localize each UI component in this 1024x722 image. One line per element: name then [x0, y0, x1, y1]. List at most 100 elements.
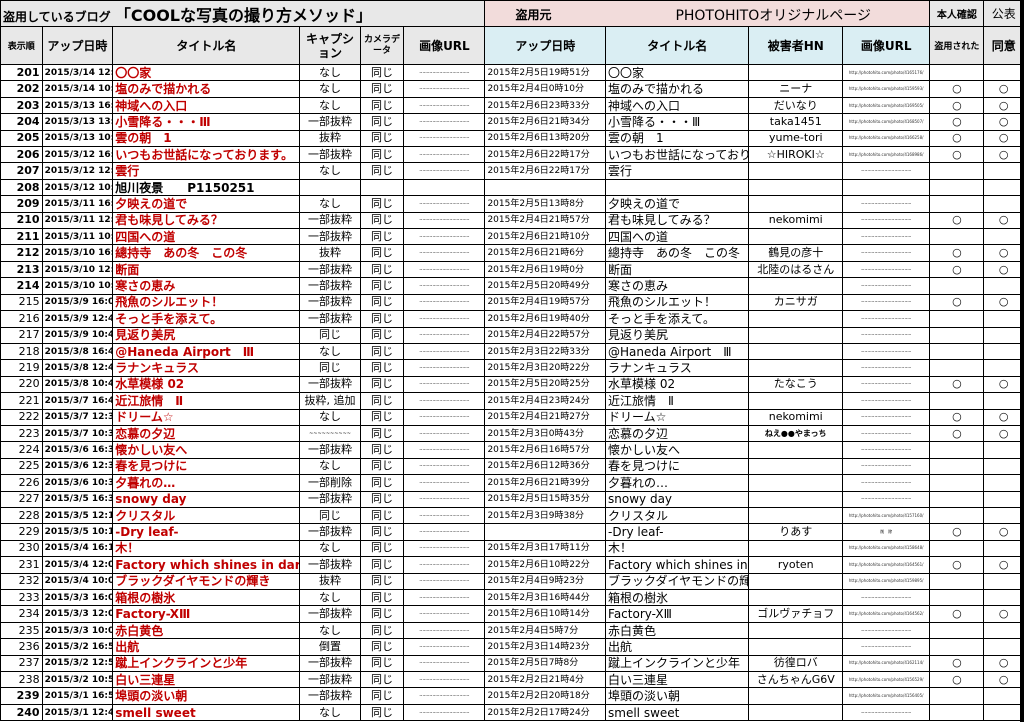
- orig-image-url[interactable]: ~~~~~~~~~~~~~~~: [842, 441, 931, 459]
- caption-status: 抜粋: [299, 129, 361, 148]
- blog-image-url[interactable]: ~~~~~~~~~~~~~~~: [403, 572, 486, 591]
- blog-image-url[interactable]: ~~~~~~~~~~~~~~~: [403, 605, 486, 623]
- orig-image-url[interactable]: ~~~~~~~~~~~~~~~: [842, 211, 931, 230]
- blog-image-url[interactable]: ~~~~~~~~~~~~~~~: [403, 687, 486, 705]
- blog-image-url[interactable]: ~~~~~~~~~~~~~~~: [403, 392, 486, 410]
- blog-image-url[interactable]: ~~~~~~~~~~~~~~~: [403, 162, 486, 180]
- blog-image-url[interactable]: ~~~~~~~~~~~~~~~: [403, 228, 486, 246]
- blog-image-url[interactable]: ~~~~~~~~~~~~~~~: [403, 293, 486, 312]
- blog-image-url[interactable]: ~~~~~~~~~~~~~~~: [403, 310, 486, 328]
- blog-image-url[interactable]: ~~~~~~~~~~~~~~~: [403, 211, 486, 230]
- orig-image-url[interactable]: ~~~~~~~~~~~~~~~: [842, 474, 931, 492]
- camera-status: 同じ: [359, 146, 405, 164]
- orig-image-url[interactable]: http://photohito.com/photo/4166258/: [842, 129, 931, 148]
- caption-status: 一部抜粋: [299, 310, 361, 328]
- orig-image-url[interactable]: http://photohito.com/photo/4169505/: [842, 96, 931, 115]
- orig-image-url[interactable]: ~~~~~~~~~~~~~~~: [842, 260, 931, 279]
- orig-title: Factory which shines in darkness Ky44: [605, 556, 750, 574]
- blog-image-url[interactable]: ~~~~~~~~~~~~~~~: [403, 63, 486, 82]
- table-row: 2372015/3/2 12:55蹴上インクラインと少年一部抜粋同じ~~~~~~…: [0, 654, 1024, 673]
- orig-image-url[interactable]: ~~~~~~~~~~~~~~~: [842, 195, 931, 213]
- blog-image-url[interactable]: ~~~~~~~~~~~~~~~: [403, 342, 486, 361]
- blog-upload-date: 2015/3/3 12:02: [41, 605, 114, 623]
- consent-mark: [983, 162, 1024, 180]
- orig-image-url[interactable]: http://photohito.com/photo/4156529/: [842, 671, 931, 689]
- blog-image-url[interactable]: ~~~~~~~~~~~~~~~: [403, 129, 486, 148]
- blog-image-url[interactable]: ~~~~~~~~~~~~~~~: [403, 326, 486, 344]
- blog-image-url[interactable]: ~~~~~~~~~~~~~~~: [403, 408, 486, 426]
- orig-image-url[interactable]: http://photohito.com/photo/4159593/: [842, 80, 931, 98]
- orig-image-url[interactable]: http://photohito.com/photo/4156405/: [842, 687, 931, 705]
- orig-image-url[interactable]: http://photohito.com/photo/4168986/: [842, 146, 931, 164]
- orig-image-url[interactable]: ~~~~~~~~~~~~~~~: [842, 162, 931, 180]
- blog-upload-date: 2015/3/9 10:46: [41, 326, 114, 344]
- orig-image-url[interactable]: ~~~~~~~~~~~~~~~: [842, 638, 931, 656]
- blog-upload-date: 2015/3/2 16:56: [41, 638, 114, 656]
- blog-image-url[interactable]: ~~~~~~~~~~~~~~~: [403, 654, 486, 673]
- blog-image-url[interactable]: ~~~~~~~~~~~~~~~: [403, 490, 486, 508]
- blog-image-url[interactable]: ~~~~~~~~~~~~~~~: [403, 539, 486, 558]
- blog-upload-date: 2015/3/10 16:09: [41, 244, 114, 262]
- orig-image-url[interactable]: ~~~~~~~~~~~~~~~: [842, 293, 931, 312]
- blog-image-url[interactable]: ~~~~~~~~~~~~~~~: [403, 506, 486, 525]
- orig-title: 君も味見してみる？: [605, 211, 750, 230]
- blog-image-url[interactable]: ~~~~~~~~~~~~~~~: [403, 80, 486, 98]
- blog-image-url[interactable]: ~~~~~~~~~~~~~~~: [403, 703, 486, 722]
- orig-image-url[interactable]: ~~~~~~~~~~~~~~~: [842, 588, 931, 607]
- orig-image-url[interactable]: http://photohito.com/photo/4158648/: [842, 539, 931, 558]
- orig-image-url[interactable]: http://photohito.com/photo/4162114/: [842, 654, 931, 673]
- orig-image-url[interactable]: ~~~~~~~~~~~~~~~: [842, 244, 931, 262]
- orig-image-url[interactable]: ~~~~~~~~~~~~~~~: [842, 703, 931, 722]
- orig-image-url[interactable]: http://photohito.com/photo/4159895/: [842, 572, 931, 591]
- orig-image-url[interactable]: ~~~~~~~~~~~~~~~: [842, 424, 931, 443]
- orig-image-url[interactable]: ~~~~~~~~~~~~~~~: [842, 228, 931, 246]
- blog-image-url[interactable]: ~~~~~~~~~~~~~~~: [403, 359, 486, 377]
- consent-mark: ○: [983, 129, 1024, 148]
- orig-image-url[interactable]: http://photohito.com/photo/4164561/: [842, 556, 931, 574]
- blog-title: ブラックダイヤモンドの輝き: [112, 572, 301, 591]
- blog-upload-date: 2015/3/3 10:01: [41, 621, 114, 640]
- caption-status: 同じ: [299, 359, 361, 377]
- blog-image-url[interactable]: ~~~~~~~~~~~~~~~: [403, 146, 486, 164]
- blog-image-url[interactable]: ~~~~~~~~~~~~~~~: [403, 523, 486, 541]
- blog-image-url[interactable]: ~~~~~~~~~~~~~~~: [403, 244, 486, 262]
- orig-image-url[interactable]: ~~~~~~~~~~~~~~~: [842, 408, 931, 426]
- blog-image-url[interactable]: ~~~~~~~~~~~~~~~: [403, 621, 486, 640]
- orig-image-url[interactable]: ~~~~~~~~~~~~~~~: [842, 326, 931, 344]
- orig-image-url[interactable]: ~~~~~~~~~~~~~~~: [842, 342, 931, 361]
- row-number: 203: [0, 96, 43, 115]
- blog-image-url[interactable]: ~~~~~~~~~~~~~~~: [403, 113, 486, 131]
- blog-image-url[interactable]: ~~~~~~~~~~~~~~~: [403, 457, 486, 476]
- camera-status: 同じ: [359, 457, 405, 476]
- orig-image-url[interactable]: http://photohito.com/photo/4165176/: [842, 63, 931, 82]
- blog-image-url[interactable]: ~~~~~~~~~~~~~~~: [403, 96, 486, 115]
- plagiarized-mark: ○: [929, 671, 985, 689]
- table-row: 2052015/3/13 10:29雲の朝 1抜粋同じ~~~~~~~~~~~~~…: [0, 129, 1024, 148]
- orig-image-url[interactable]: ~~~~~~~~~~~~~~~: [842, 457, 931, 476]
- blog-image-url[interactable]: ~~~~~~~~~~~~~~~: [403, 588, 486, 607]
- orig-image-url[interactable]: ~~~~~~~~~~~~~~~: [842, 375, 931, 394]
- blog-image-url[interactable]: ~~~~~~~~~~~~~~~: [403, 260, 486, 279]
- blog-title: 赤白黄色: [112, 621, 301, 640]
- blog-image-url[interactable]: ~~~~~~~~~~~~~~~: [403, 474, 486, 492]
- blog-image-url[interactable]: ~~~~~~~~~~~~~~~: [403, 671, 486, 689]
- blog-image-url[interactable]: ~~~~~~~~~~~~~~~: [403, 638, 486, 656]
- blog-image-url[interactable]: ~~~~~~~~~~~~~~~: [403, 441, 486, 459]
- orig-image-url[interactable]: ~~~~~~~~~~~~~~~: [842, 392, 931, 410]
- table-row: 2282015/3/5 12:19クリスタル同じ同じ~~~~~~~~~~~~~~…: [0, 506, 1024, 525]
- orig-image-url[interactable]: http://photohito.com/photo/4157160/: [842, 506, 931, 525]
- blog-image-url[interactable]: ~~~~~~~~~~~~~~~: [403, 277, 486, 295]
- orig-image-url[interactable]: ~~~~~~~~~~~~~~~: [842, 310, 931, 328]
- blog-image-url[interactable]: ~~~~~~~~~~~~~~~: [403, 556, 486, 574]
- orig-image-url[interactable]: http://photohito.com/photo/4168507/: [842, 113, 931, 131]
- row-number: 229: [0, 523, 43, 541]
- blog-image-url[interactable]: ~~~~~~~~~~~~~~~: [403, 424, 486, 443]
- orig-image-url[interactable]: ~~~~~~~~~~~~~~~: [842, 490, 931, 508]
- camera-status: 同じ: [359, 703, 405, 722]
- orig-image-url[interactable]: ~~~~~~~~~~~~~~~: [842, 359, 931, 377]
- orig-image-url[interactable]: ~~~~~~~~~~~~~~~: [842, 277, 931, 295]
- blog-image-url[interactable]: ~~~~~~~~~~~~~~~: [403, 375, 486, 394]
- blog-image-url[interactable]: ~~~~~~~~~~~~~~~: [403, 195, 486, 213]
- orig-image-url[interactable]: http://photohito.com/photo/4164562/: [842, 605, 931, 623]
- orig-image-url[interactable]: ~~~~~~~~~~~~~~~: [842, 621, 931, 640]
